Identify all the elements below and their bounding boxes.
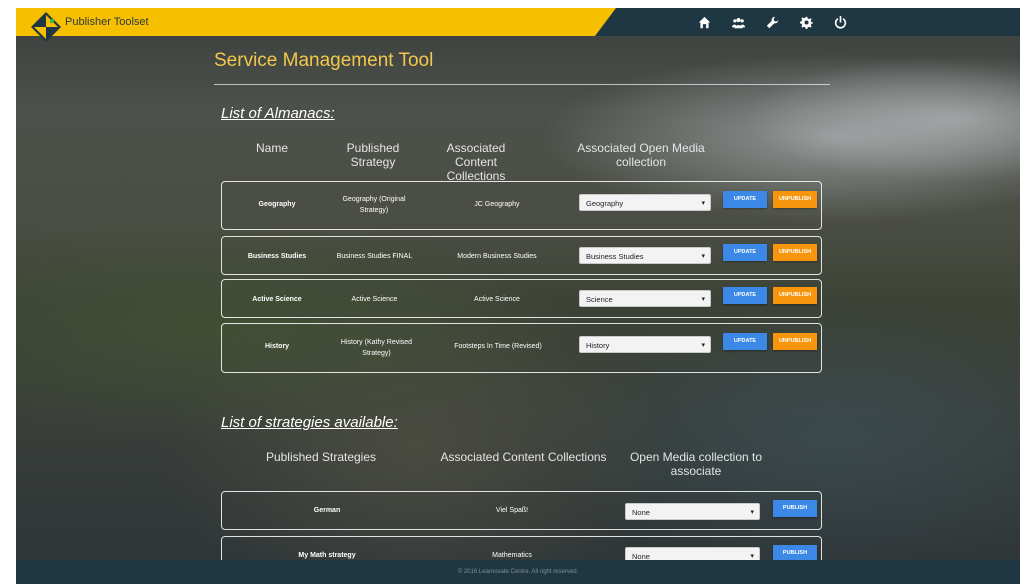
- open-media-select[interactable]: None ▾: [625, 503, 760, 520]
- chevron-down-icon: ▾: [750, 509, 754, 516]
- publisher-logo-icon[interactable]: [30, 11, 62, 43]
- almanacs-heading: List of Almanacs:: [221, 105, 335, 122]
- almanac-content: Active Science: [474, 296, 520, 303]
- page-title: Service Management Tool: [214, 50, 434, 71]
- chevron-down-icon: ▾: [701, 342, 705, 349]
- wrench-icon[interactable]: [764, 14, 780, 30]
- col-header-content-collections: Associated Content Collections: [446, 141, 506, 183]
- col-header-published-strategies: Published Strategies: [265, 450, 377, 464]
- strategy-content: Viel Spaß!: [495, 507, 529, 514]
- select-value: Science: [586, 295, 613, 304]
- almanac-strategy: History (Kathy Revised Strategy): [340, 339, 413, 357]
- users-icon[interactable]: [730, 14, 746, 30]
- top-navbar: Publisher Toolset: [16, 8, 1020, 42]
- almanac-strategy: Business Studies FINAL: [336, 253, 413, 260]
- almanac-content: Modern Business Studies: [457, 253, 537, 260]
- almanac-content: Footsteps In Time (Revised): [454, 343, 542, 350]
- unpublish-button[interactable]: UNPUBLISH: [773, 191, 817, 208]
- almanac-row: History History (Kathy Revised Strategy)…: [221, 323, 822, 373]
- select-value: Business Studies: [586, 252, 644, 261]
- footer: © 2016 Learnovate Centre. All right rese…: [16, 560, 1020, 584]
- unpublish-button[interactable]: UNPUBLISH: [773, 333, 817, 350]
- col-header-name: Name: [255, 141, 288, 155]
- open-media-select[interactable]: Geography ▾: [579, 194, 711, 211]
- update-button[interactable]: UPDATE: [723, 191, 767, 208]
- strategy-name: German: [313, 507, 341, 514]
- update-button[interactable]: UPDATE: [723, 244, 767, 261]
- almanac-strategy: Active Science: [351, 296, 398, 303]
- home-icon[interactable]: [696, 14, 712, 30]
- col-header-open-media-associate: Open Media collection to associate: [629, 450, 763, 478]
- select-value: History: [586, 341, 610, 350]
- chevron-down-icon: ▾: [701, 200, 705, 207]
- almanac-name: Geography: [258, 201, 296, 208]
- open-media-select[interactable]: Science ▾: [579, 290, 711, 307]
- update-button[interactable]: UPDATE: [723, 287, 767, 304]
- unpublish-button[interactable]: UNPUBLISH: [773, 244, 817, 261]
- footer-copyright: © 2016 Learnovate Centre. All right rese…: [457, 569, 579, 575]
- strategies-heading: List of strategies available:: [221, 414, 398, 431]
- strategy-row: German Viel Spaß! None ▾ PUBLISH: [221, 491, 822, 530]
- title-divider: [214, 84, 830, 85]
- almanac-name: History: [264, 343, 290, 350]
- nav-icon-group: [696, 13, 848, 31]
- chevron-down-icon: ▾: [701, 296, 705, 303]
- almanac-row: Active Science Active Science Active Sci…: [221, 279, 822, 318]
- almanac-strategy: Geography (Original Strategy): [342, 196, 406, 214]
- open-media-select[interactable]: Business Studies ▾: [579, 247, 711, 264]
- col-header-open-media: Associated Open Media collection: [577, 141, 705, 169]
- almanac-name: Business Studies: [247, 253, 307, 260]
- app-name: Publisher Toolset: [65, 16, 149, 28]
- col-header-content-collections: Associated Content Collections: [440, 450, 607, 464]
- publish-button[interactable]: PUBLISH: [773, 500, 817, 517]
- col-header-published-strategy: Published Strategy: [346, 141, 400, 169]
- gear-icon[interactable]: [798, 14, 814, 30]
- almanac-name: Active Science: [252, 296, 302, 303]
- select-value: Geography: [586, 199, 624, 208]
- almanac-row: Business Studies Business Studies FINAL …: [221, 236, 822, 275]
- select-value: None: [632, 508, 650, 517]
- power-icon[interactable]: [832, 14, 848, 30]
- unpublish-button[interactable]: UNPUBLISH: [773, 287, 817, 304]
- update-button[interactable]: UPDATE: [723, 333, 767, 350]
- app-frame: Publisher Toolset Service Management Too…: [16, 8, 1020, 584]
- open-media-select[interactable]: History ▾: [579, 336, 711, 353]
- almanac-row: Geography Geography (Original Strategy) …: [221, 181, 822, 230]
- chevron-down-icon: ▾: [701, 253, 705, 260]
- almanac-content: JC Geography: [474, 201, 520, 208]
